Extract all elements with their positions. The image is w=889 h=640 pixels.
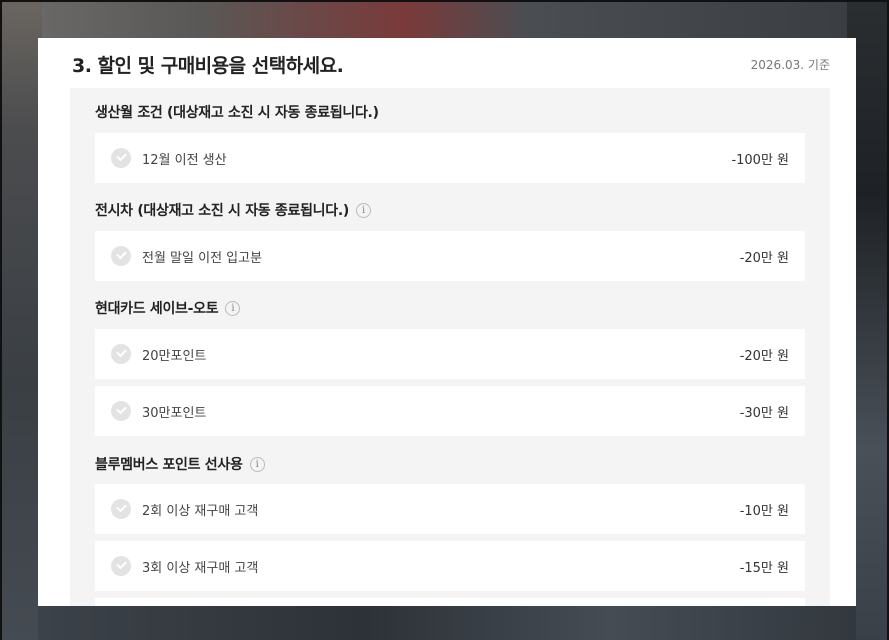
option-price: -20만 원 (739, 348, 789, 364)
discount-panel: 3. 할인 및 구매비용을 선택하세요. 2026.03. 기준 생산월 조건 … (38, 38, 856, 606)
background-photo-top (38, 2, 856, 38)
option-left: 3회 이상 재구매 고객 (111, 556, 258, 576)
check-icon (111, 401, 131, 421)
info-icon[interactable]: i (355, 202, 371, 218)
info-icon[interactable]: i (249, 456, 265, 472)
check-icon (111, 148, 131, 168)
option-next-partial[interactable] (95, 598, 805, 606)
option-price: -20만 원 (739, 250, 789, 266)
screenshot-frame: 3. 할인 및 구매비용을 선택하세요. 2026.03. 기준 생산월 조건 … (0, 0, 889, 640)
option-label: 전월 말일 이전 입고분 (142, 250, 263, 266)
option-left: 20만포인트 (111, 344, 206, 364)
option-label: 3회 이상 재구매 고객 (142, 560, 259, 576)
section-title-text: 전시차 (대상재고 소진 시 자동 종료됩니다.) (95, 203, 349, 219)
check-icon (111, 556, 131, 576)
option-label: 12월 이전 생산 (142, 152, 227, 168)
option-label: 2회 이상 재구매 고객 (142, 503, 259, 519)
option-300k-points[interactable]: 30만포인트 -30만 원 (95, 386, 805, 436)
check-icon (111, 499, 131, 519)
option-left: 2회 이상 재구매 고객 (111, 499, 258, 519)
section-title-production-month: 생산월 조건 (대상재고 소진 시 자동 종료됩니다.) (95, 102, 379, 122)
page-title: 3. 할인 및 구매비용을 선택하세요. (72, 54, 344, 77)
section-title-text: 블루멤버스 포인트 선사용 (95, 457, 243, 473)
option-display-car-stock[interactable]: 전월 말일 이전 입고분 -20만 원 (95, 231, 805, 281)
option-left: 전월 말일 이전 입고분 (111, 246, 262, 266)
section-title-blue-members: 블루멤버스 포인트 선사용 i (95, 454, 265, 474)
section-title-hyundai-card: 현대카드 세이브-오토 i (95, 298, 241, 318)
option-price: -30만 원 (739, 405, 789, 421)
section-title-display-car: 전시차 (대상재고 소진 시 자동 종료됩니다.) i (95, 200, 371, 220)
option-label: 30만포인트 (142, 405, 207, 421)
background-photo-bottom (38, 606, 856, 640)
option-production-before-december[interactable]: 12월 이전 생산 -100만 원 (95, 133, 805, 183)
option-repurchase-3[interactable]: 3회 이상 재구매 고객 -15만 원 (95, 541, 805, 591)
option-price: -100만 원 (731, 152, 789, 168)
reference-date: 2026.03. 기준 (750, 57, 830, 72)
info-icon[interactable]: i (225, 300, 241, 316)
section-title-text: 생산월 조건 (대상재고 소진 시 자동 종료됩니다.) (95, 105, 379, 121)
check-icon (111, 246, 131, 266)
option-repurchase-2[interactable]: 2회 이상 재구매 고객 -10만 원 (95, 484, 805, 534)
option-left: 30만포인트 (111, 401, 206, 421)
option-price: -10만 원 (739, 503, 789, 519)
option-left: 12월 이전 생산 (111, 148, 227, 168)
options-container: 생산월 조건 (대상재고 소진 시 자동 종료됩니다.) 12월 이전 생산 -… (70, 88, 830, 606)
check-icon (111, 344, 131, 364)
section-title-text: 현대카드 세이브-오토 (95, 301, 219, 317)
background-photo-left (2, 2, 42, 640)
option-label: 20만포인트 (142, 348, 207, 364)
option-200k-points[interactable]: 20만포인트 -20만 원 (95, 329, 805, 379)
panel-header: 3. 할인 및 구매비용을 선택하세요. 2026.03. 기준 (72, 45, 830, 83)
option-price: -15만 원 (739, 560, 789, 576)
